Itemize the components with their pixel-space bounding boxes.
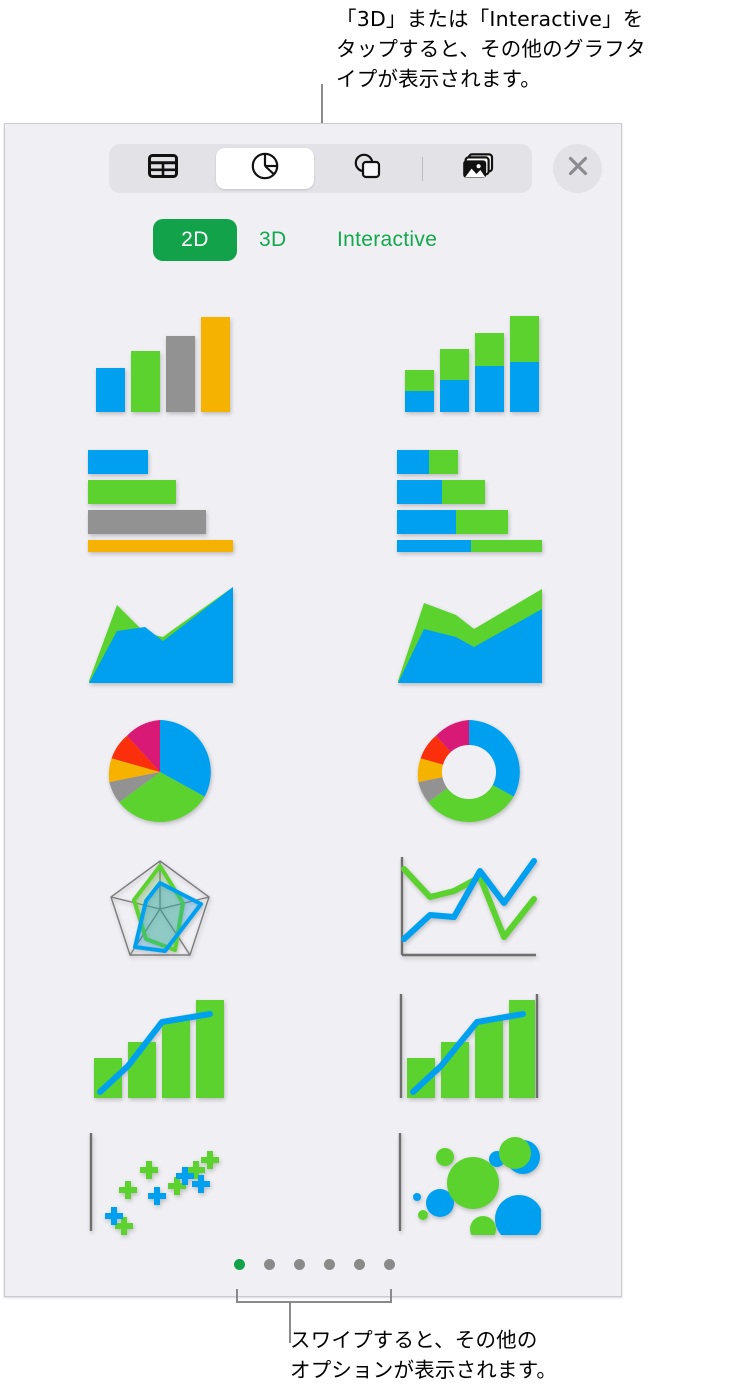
chart-type-grid — [5, 292, 623, 1252]
combo-axis-chart-thumb — [399, 993, 538, 1098]
chart-type-bubble[interactable] — [314, 1114, 623, 1251]
chart-type-radar[interactable] — [5, 840, 314, 977]
chart-type-pie[interactable] — [5, 703, 314, 840]
page-dot-4[interactable] — [323, 1258, 335, 1270]
chart-type-combo-axis[interactable] — [314, 977, 623, 1114]
insert-type-segmented-control[interactable] — [109, 144, 532, 193]
media-icon — [462, 152, 494, 185]
page-dot-6[interactable] — [383, 1258, 395, 1270]
combo-chart-thumb — [93, 999, 224, 1098]
chart-type-donut[interactable] — [314, 703, 623, 840]
scatter-chart-thumb — [89, 1132, 219, 1235]
stacked-bar-chart-thumb — [396, 449, 542, 552]
chart-type-bar[interactable] — [5, 429, 314, 566]
callout-bottom-bracket — [236, 1301, 392, 1303]
chart-type-stacked-bar[interactable] — [314, 429, 623, 566]
area-chart-thumb — [88, 586, 233, 683]
page-dot-5[interactable] — [353, 1258, 365, 1270]
bubble-chart-thumb — [398, 1132, 541, 1235]
line-chart-thumb — [400, 856, 537, 956]
page-indicator[interactable] — [5, 1244, 623, 1284]
callout-bottom-text: スワイプすると、その他の オプションが表示されます。 — [290, 1328, 558, 1382]
chart-type-stacked-area[interactable] — [314, 566, 623, 703]
toolbar-divider — [422, 156, 423, 181]
column-chart-thumb — [95, 316, 230, 412]
tab-shapes[interactable] — [318, 148, 416, 189]
close-button[interactable] — [553, 144, 602, 193]
chart-type-stacked-column[interactable] — [314, 292, 623, 429]
close-icon — [566, 154, 590, 183]
callout-bottom-bracket-right-tick — [390, 1289, 392, 1302]
chart-icon — [250, 151, 280, 186]
pie-chart-thumb — [108, 719, 211, 822]
page-dot-2[interactable] — [263, 1258, 275, 1270]
chart-type-scatter[interactable] — [5, 1114, 314, 1251]
page-dot-1[interactable] — [233, 1258, 245, 1270]
page-dot-3[interactable] — [293, 1258, 305, 1270]
screen-root: 「3D」または「Interactive」を タップすると、その他のグラフタ イプ… — [0, 0, 734, 1399]
stacked-area-chart-thumb — [397, 588, 542, 683]
insert-chart-popover: 2D 3D Interactive — [4, 123, 622, 1297]
table-icon — [148, 154, 178, 183]
popover-toolbar — [5, 124, 621, 214]
mode-2d-button[interactable]: 2D — [153, 219, 237, 261]
callout-bottom-bracket-left-tick — [236, 1289, 238, 1302]
chart-type-combo[interactable] — [5, 977, 314, 1114]
radar-chart-thumb — [109, 859, 210, 956]
shapes-icon — [352, 152, 382, 185]
chart-type-area[interactable] — [5, 566, 314, 703]
mode-interactive-button[interactable]: Interactive — [337, 219, 437, 261]
chart-type-line[interactable] — [314, 840, 623, 977]
stacked-column-chart-thumb — [404, 315, 539, 412]
tab-chart[interactable] — [216, 148, 314, 189]
chart-type-column[interactable] — [5, 292, 314, 429]
mode-3d-button[interactable]: 3D — [259, 219, 286, 261]
tab-media[interactable] — [429, 148, 527, 189]
bar-chart-thumb — [87, 449, 233, 552]
tab-table[interactable] — [114, 148, 212, 189]
callout-top-text: 「3D」または「Interactive」を タップすると、その他のグラフタ イプ… — [336, 7, 646, 91]
chart-mode-selector: 2D 3D Interactive — [5, 219, 621, 269]
donut-chart-thumb — [417, 719, 520, 822]
